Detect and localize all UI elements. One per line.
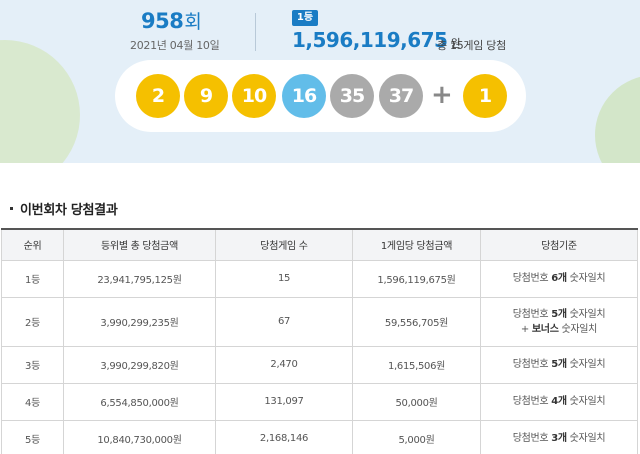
criteria-count: 4개 bbox=[551, 396, 567, 407]
table-row: 3등 3,990,299,820원 2,470 1,615,506원 당첨번호 … bbox=[1, 345, 638, 384]
cell-prize-per-game: 1,615,506원 bbox=[352, 345, 481, 384]
bonus-prefix: + bbox=[520, 323, 532, 335]
bonus-suffix: 숫자일치 bbox=[558, 323, 598, 335]
header-criteria: 당첨기준 bbox=[480, 228, 638, 261]
table-header-row: 순위 등위별 총 당첨금액 당첨게임 수 1게임당 당첨금액 당첨기준 bbox=[1, 228, 638, 261]
criteria-prefix: 당첨번호 bbox=[512, 359, 552, 370]
header-divider bbox=[255, 13, 256, 51]
cell-total-prize: 6,554,850,000원 bbox=[63, 382, 216, 421]
cell-total-prize: 10,840,730,000원 bbox=[63, 419, 216, 454]
ball-6: 37 bbox=[379, 74, 423, 118]
cell-rank: 4등 bbox=[1, 382, 64, 421]
cell-criteria: 당첨번호 5개 숫자일치 + 보너스 숫자일치 bbox=[480, 296, 638, 347]
cell-prize-per-game: 5,000원 bbox=[352, 419, 481, 454]
bonus-ball: 1 bbox=[463, 74, 507, 118]
header-total-prize: 등위별 총 당첨금액 bbox=[63, 228, 216, 261]
criteria-count: 6개 bbox=[551, 273, 567, 284]
criteria-suffix: 숫자일치 bbox=[566, 433, 606, 444]
criteria-count: 3개 bbox=[551, 433, 567, 444]
cell-rank: 3등 bbox=[1, 345, 64, 384]
criteria-prefix: 당첨번호 bbox=[512, 433, 552, 444]
header-rank: 순위 bbox=[1, 228, 64, 261]
table-row: 5등 10,840,730,000원 2,168,146 5,000원 당첨번호… bbox=[1, 419, 638, 454]
table-row: 2등 3,990,299,235원 67 59,556,705원 당첨번호 5개… bbox=[1, 296, 638, 347]
cell-prize-per-game: 1,596,119,675원 bbox=[352, 259, 481, 298]
round-unit: 회 bbox=[184, 11, 202, 33]
criteria-prefix: 당첨번호 bbox=[512, 396, 552, 407]
table-row: 4등 6,554,850,000원 131,097 50,000원 당첨번호 4… bbox=[1, 382, 638, 421]
section-title: 이번회차 당첨결과 bbox=[10, 199, 118, 218]
draw-date: 2021년 04월 10일 bbox=[130, 39, 220, 52]
cell-winning-games: 67 bbox=[215, 296, 353, 347]
first-prize-amount: 1,596,119,675 원 bbox=[292, 28, 461, 52]
cell-prize-per-game: 59,556,705원 bbox=[352, 296, 481, 347]
cell-winning-games: 131,097 bbox=[215, 382, 353, 421]
cell-total-prize: 23,941,795,125원 bbox=[63, 259, 216, 298]
cell-winning-games: 2,168,146 bbox=[215, 419, 353, 454]
cell-criteria: 당첨번호 5개 숫자일치 bbox=[480, 345, 638, 384]
plus-icon: + bbox=[431, 80, 453, 110]
cell-criteria: 당첨번호 4개 숫자일치 bbox=[480, 382, 638, 421]
ball-4: 16 bbox=[282, 74, 326, 118]
criteria-suffix: 숫자일치 bbox=[566, 308, 606, 320]
results-table: 순위 등위별 총 당첨금액 당첨게임 수 1게임당 당첨금액 당첨기준 1등 2… bbox=[1, 228, 638, 454]
round-number-value: 958 bbox=[141, 9, 184, 33]
table-row: 1등 23,941,795,125원 15 1,596,119,675원 당첨번… bbox=[1, 259, 638, 298]
cell-rank: 1등 bbox=[1, 259, 64, 298]
ball-5: 35 bbox=[330, 74, 374, 118]
ball-1: 2 bbox=[136, 74, 180, 118]
cell-rank: 2등 bbox=[1, 296, 64, 347]
round-number: 958회 bbox=[141, 7, 202, 34]
criteria-suffix: 숫자일치 bbox=[566, 359, 606, 370]
section-title-text: 이번회차 당첨결과 bbox=[20, 203, 118, 218]
first-prize-value: 1,596,119,675 bbox=[292, 28, 448, 52]
cell-total-prize: 3,990,299,820원 bbox=[63, 345, 216, 384]
criteria-suffix: 숫자일치 bbox=[566, 396, 606, 407]
cell-rank: 5등 bbox=[1, 419, 64, 454]
header-prize-per-game: 1게임당 당첨금액 bbox=[352, 228, 481, 261]
ball-2: 9 bbox=[184, 74, 228, 118]
bonus-label: 보너스 bbox=[531, 323, 559, 335]
cell-criteria: 당첨번호 3개 숫자일치 bbox=[480, 419, 638, 454]
winner-summary: 총 15게임 당첨 bbox=[437, 39, 506, 52]
cell-total-prize: 3,990,299,235원 bbox=[63, 296, 216, 347]
cell-prize-per-game: 50,000원 bbox=[352, 382, 481, 421]
first-rank-badge: 1등 bbox=[292, 10, 318, 26]
criteria-prefix: 당첨번호 bbox=[512, 308, 552, 320]
ball-3: 10 bbox=[232, 74, 276, 118]
criteria-suffix: 숫자일치 bbox=[566, 273, 606, 284]
decorative-circle-left bbox=[0, 40, 80, 163]
cell-winning-games: 15 bbox=[215, 259, 353, 298]
bullet-icon bbox=[10, 207, 13, 210]
header-winning-games: 당첨게임 수 bbox=[215, 228, 353, 261]
criteria-prefix: 당첨번호 bbox=[512, 273, 552, 284]
cell-winning-games: 2,470 bbox=[215, 345, 353, 384]
criteria-count: 5개 bbox=[551, 359, 567, 370]
criteria-count: 5개 bbox=[551, 308, 567, 320]
cell-criteria: 당첨번호 6개 숫자일치 bbox=[480, 259, 638, 298]
decorative-circle-right bbox=[595, 75, 640, 163]
